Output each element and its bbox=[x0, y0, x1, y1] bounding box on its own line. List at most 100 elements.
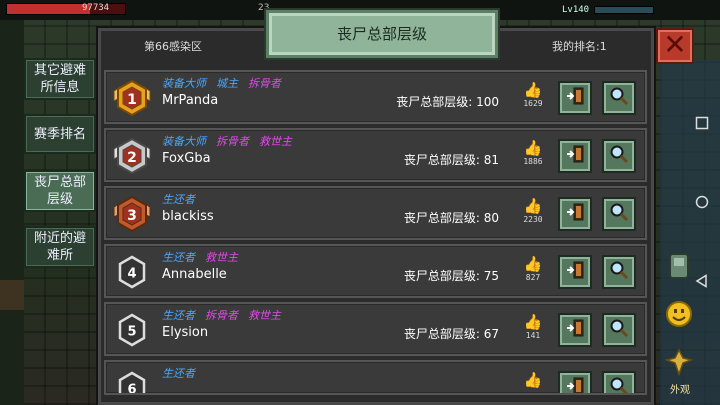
like-widget[interactable]: 👍 1886 bbox=[520, 139, 546, 166]
enter-door-icon bbox=[565, 318, 585, 342]
ranking-row: 2 装备大师 拆骨者 救世主 FoxGba 丧尸总部层级: 81 👍 1886 bbox=[104, 128, 647, 182]
close-button[interactable]: ✕ bbox=[656, 28, 694, 64]
player-title: 生还者 bbox=[162, 193, 195, 206]
player-title: 生还者 bbox=[162, 367, 195, 380]
player-titles: 装备大师 拆骨者 救世主 bbox=[162, 133, 302, 149]
like-widget[interactable]: 👍 1629 bbox=[520, 81, 546, 108]
player-title: 装备大师 bbox=[162, 77, 206, 90]
magnifier-icon bbox=[609, 376, 629, 393]
inspect-player-button[interactable] bbox=[602, 197, 636, 231]
thumbs-up-icon[interactable]: 👍 bbox=[520, 371, 546, 389]
ranking-row: 6 生还者 👍 bbox=[104, 360, 647, 395]
panel-title: 丧尸总部层级 bbox=[266, 10, 498, 58]
ranking-row: 1 装备大师 城主 拆骨者 MrPanda 丧尸总部层级: 100 👍 1629 bbox=[104, 70, 647, 124]
visit-shelter-button[interactable] bbox=[558, 139, 592, 173]
magnifier-icon bbox=[609, 86, 629, 110]
svg-text:5: 5 bbox=[127, 325, 136, 340]
svg-text:6: 6 bbox=[127, 383, 136, 396]
phone-device-icon[interactable] bbox=[668, 253, 690, 279]
inspect-player-button[interactable] bbox=[602, 139, 636, 173]
back-icon[interactable] bbox=[695, 274, 709, 288]
player-name[interactable]: blackiss bbox=[162, 209, 214, 224]
thumbs-up-icon[interactable]: 👍 bbox=[520, 139, 546, 157]
enter-door-icon bbox=[565, 86, 585, 110]
rank-badge-icon: 6 bbox=[112, 369, 152, 396]
enter-door-icon bbox=[565, 376, 585, 393]
like-widget[interactable]: 👍 bbox=[520, 371, 546, 389]
enter-door-icon bbox=[565, 202, 585, 226]
visit-shelter-button[interactable] bbox=[558, 255, 592, 289]
visit-shelter-button[interactable] bbox=[558, 197, 592, 231]
player-level: Lv140 bbox=[562, 5, 590, 15]
like-count: 2230 bbox=[523, 215, 543, 224]
svg-text:4: 4 bbox=[127, 267, 136, 282]
hq-level: 丧尸总部层级: 81 bbox=[403, 153, 499, 167]
tab-nearby-shelters[interactable]: 附近的避难所 bbox=[24, 226, 96, 268]
player-name[interactable]: Elysion bbox=[162, 325, 208, 340]
player-title: 拆骨者 bbox=[248, 77, 281, 90]
tab-label: 丧尸总部层级 bbox=[33, 175, 86, 207]
appearance-icon[interactable] bbox=[665, 348, 693, 376]
visit-shelter-button[interactable] bbox=[558, 81, 592, 115]
svg-text:2: 2 bbox=[127, 150, 137, 166]
player-title: 救世主 bbox=[259, 135, 292, 148]
hq-level: 丧尸总部层级: 75 bbox=[403, 269, 499, 283]
player-name[interactable]: MrPanda bbox=[162, 93, 218, 108]
home-icon[interactable] bbox=[695, 195, 709, 209]
magnifier-icon bbox=[609, 144, 629, 168]
like-count: 1886 bbox=[523, 157, 543, 166]
tab-zombie-hq-level[interactable]: 丧尸总部层级 bbox=[24, 170, 96, 212]
like-count: 141 bbox=[525, 331, 541, 340]
ranking-row: 5 生还者 拆骨者 救世主 Elysion 丧尸总部层级: 67 👍 141 bbox=[104, 302, 647, 356]
hq-level: 丧尸总部层级: 80 bbox=[403, 211, 499, 225]
player-name[interactable]: Annabelle bbox=[162, 267, 227, 282]
thumbs-up-icon[interactable]: 👍 bbox=[520, 313, 546, 331]
ranking-row: 3 生还者 blackiss 丧尸总部层级: 80 👍 2230 bbox=[104, 186, 647, 240]
thumbs-up-icon[interactable]: 👍 bbox=[520, 81, 546, 99]
like-widget[interactable]: 👍 2230 bbox=[520, 197, 546, 224]
my-rank-label: 我的排名:1 bbox=[552, 40, 607, 53]
enter-door-icon bbox=[565, 144, 585, 168]
smiley-emote-icon[interactable] bbox=[665, 300, 693, 328]
inspect-player-button[interactable] bbox=[602, 81, 636, 115]
player-title: 救世主 bbox=[248, 309, 281, 322]
experience-bar bbox=[594, 6, 654, 14]
magnifier-icon bbox=[609, 202, 629, 226]
inspect-player-button[interactable] bbox=[602, 313, 636, 347]
magnifier-icon bbox=[609, 260, 629, 284]
rank-badge-icon: 4 bbox=[112, 253, 152, 291]
hq-level: 丧尸总部层级: 100 bbox=[396, 95, 499, 109]
svg-text:1: 1 bbox=[127, 92, 137, 108]
close-icon: ✕ bbox=[663, 28, 687, 61]
like-widget[interactable]: 👍 827 bbox=[520, 255, 546, 282]
player-name[interactable]: FoxGba bbox=[162, 151, 211, 166]
player-title: 拆骨者 bbox=[216, 135, 249, 148]
zone-label: 第66感染区 bbox=[144, 40, 202, 53]
player-titles: 生还者 bbox=[162, 191, 205, 207]
thumbs-up-icon[interactable]: 👍 bbox=[520, 197, 546, 215]
tab-season-ranking[interactable]: 赛季排名 bbox=[24, 114, 96, 154]
rank-badge-icon: 5 bbox=[112, 311, 152, 349]
player-title: 生还者 bbox=[162, 251, 195, 264]
visit-shelter-button[interactable] bbox=[558, 371, 592, 393]
appearance-label[interactable]: 外观 bbox=[670, 381, 690, 396]
recent-apps-icon[interactable] bbox=[695, 116, 709, 130]
visit-shelter-button[interactable] bbox=[558, 313, 592, 347]
player-titles: 装备大师 城主 拆骨者 bbox=[162, 75, 291, 91]
like-count: 827 bbox=[525, 273, 541, 282]
tab-label: 附近的避难所 bbox=[33, 231, 86, 263]
svg-text:3: 3 bbox=[127, 208, 137, 224]
magnifier-icon bbox=[609, 318, 629, 342]
tab-label: 其它避难所信息 bbox=[33, 63, 86, 95]
inspect-player-button[interactable] bbox=[602, 371, 636, 393]
rank-badge-icon: 3 bbox=[112, 195, 152, 233]
tab-label: 赛季排名 bbox=[33, 126, 86, 142]
hq-level: 丧尸总部层级: 67 bbox=[403, 327, 499, 341]
tab-other-shelters[interactable]: 其它避难所信息 bbox=[24, 58, 96, 100]
health-value: 97734 bbox=[82, 3, 110, 13]
player-title: 装备大师 bbox=[162, 135, 206, 148]
inspect-player-button[interactable] bbox=[602, 255, 636, 289]
like-widget[interactable]: 👍 141 bbox=[520, 313, 546, 340]
thumbs-up-icon[interactable]: 👍 bbox=[520, 255, 546, 273]
player-titles: 生还者 拆骨者 救世主 bbox=[162, 307, 291, 323]
